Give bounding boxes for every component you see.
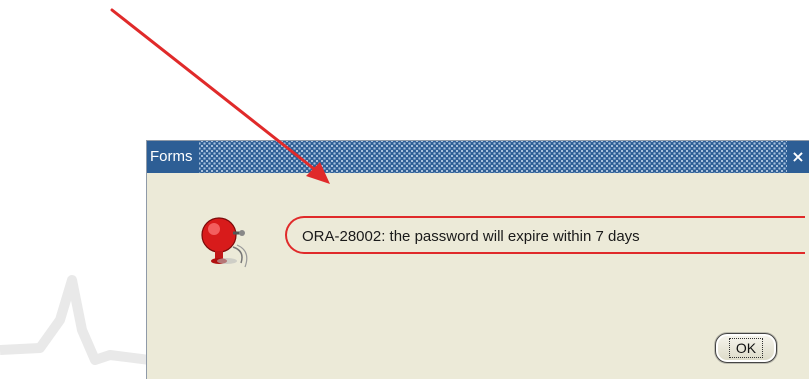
ok-button-label: OK <box>728 338 764 358</box>
forms-dialog: Forms × ORA-28002: the password will exp… <box>146 140 809 379</box>
alarm-bell-icon <box>201 217 248 268</box>
title-bar[interactable]: Forms × <box>147 141 809 173</box>
background-waveform <box>0 275 150 365</box>
error-message: ORA-28002: the password will expire with… <box>285 216 805 254</box>
dialog-title: Forms <box>147 141 199 173</box>
close-icon[interactable]: × <box>787 141 809 173</box>
ok-button[interactable]: OK <box>715 333 777 363</box>
